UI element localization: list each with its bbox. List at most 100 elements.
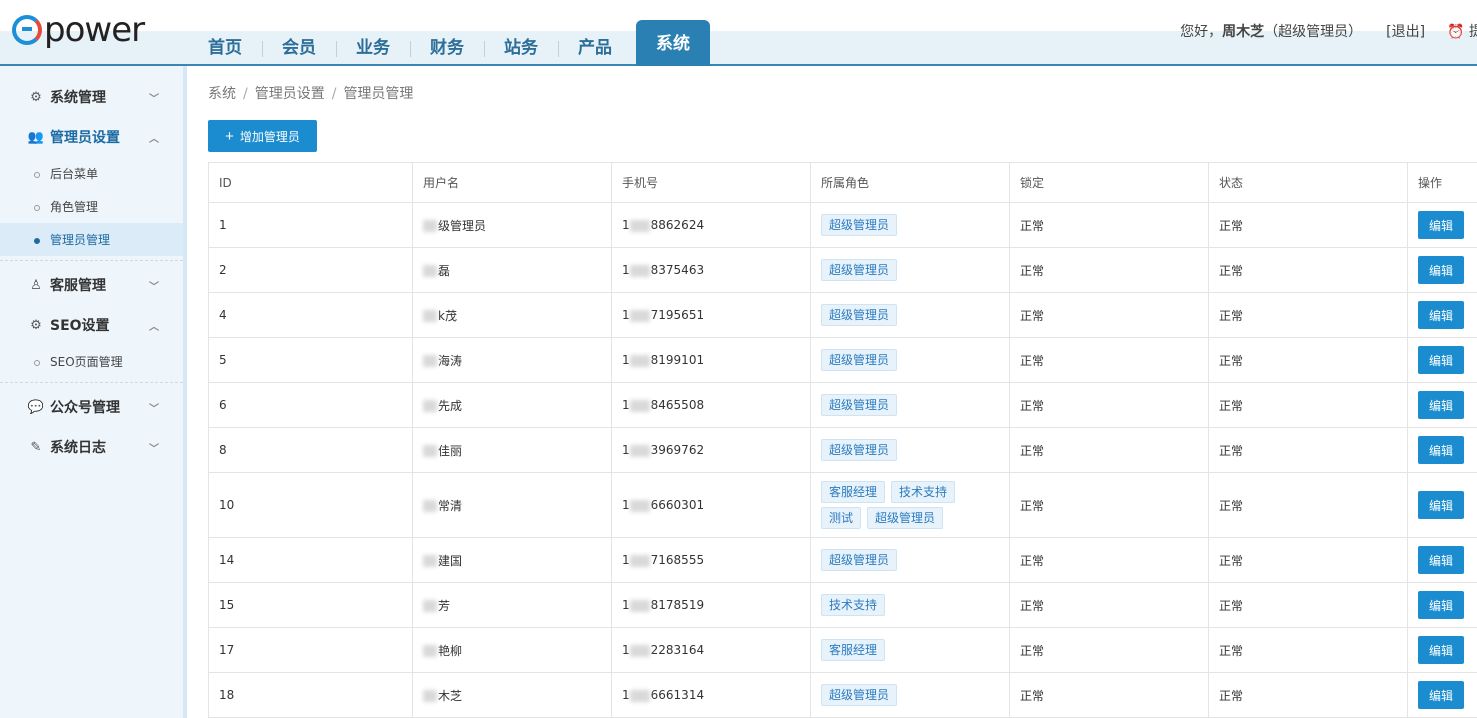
role-tag: 超级管理员 [821,304,898,326]
table-row: 17 艳柳 1 2283164 客服经理 正常 正常 编辑 [208,627,1477,673]
top-nav: 首页 会员 业务 财务 站务 产品 系统 [188,20,710,66]
edit-button[interactable]: 编辑 [1418,681,1464,709]
sidebar-group-label: 公众号管理 [50,400,120,416]
edit-button[interactable]: 编辑 [1418,491,1464,519]
column-header-0: ID [208,162,413,203]
cell-phone: 1 3969762 [611,427,811,473]
role-tag: 客服经理 [821,481,886,503]
cell-lock-status: 正常 [1009,582,1209,628]
phone-prefix: 1 [622,688,630,702]
chevron-up-icon: ︿ [149,134,159,145]
cell-actions: 编辑 [1407,672,1477,718]
sidebar-group-3[interactable]: ⚙ SEO设置 ︿ [0,305,183,345]
edit-button[interactable]: 编辑 [1418,391,1464,419]
nav-tab-3[interactable]: 财务 [410,31,484,66]
sidebar-item-1-1[interactable]: 角色管理 [0,190,183,223]
sidebar-group-0[interactable]: ⚙ 系统管理 ﹀ [0,77,183,117]
username-text: 先成 [438,398,463,413]
phone-text: 7195651 [650,308,705,322]
cell-actions: 编辑 [1407,537,1477,583]
role-tag: 超级管理员 [821,259,898,281]
nav-tab-5[interactable]: 产品 [558,31,632,66]
gears-icon: ⚙ [30,89,42,105]
nav-tab-4[interactable]: 站务 [484,31,558,66]
edit-button[interactable]: 编辑 [1418,211,1464,239]
table-row: 1 级管理员 1 8862624 超级管理员 正常 正常 编辑 [208,202,1477,248]
cell-phone: 1 8375463 [611,247,811,293]
cell-roles: 超级管理员 [810,337,1010,383]
redacted-blur [423,600,437,612]
username-text: 建国 [438,553,463,568]
edit-button[interactable]: 编辑 [1418,301,1464,329]
sidebar-divider [0,260,183,261]
add-admin-button[interactable]: + 增加管理员 [208,120,317,152]
cell-phone: 1 6660301 [611,472,811,538]
role-tag: 技术支持 [891,481,956,503]
cell-status: 正常 [1208,672,1408,718]
nav-tab-1[interactable]: 会员 [262,31,336,66]
phone-text: 3969762 [650,443,705,457]
logout-link[interactable]: [退出] [1386,21,1425,41]
logo-text: power [44,10,145,50]
phone-prefix: 1 [622,553,630,567]
logo[interactable]: power [12,8,145,52]
edit-button[interactable]: 编辑 [1418,546,1464,574]
alarm-clock-icon: ⏰ [1447,24,1465,40]
cell-roles: 超级管理员 [810,247,1010,293]
redacted-blur [423,355,437,367]
sidebar-group-5[interactable]: ✎ 系统日志 ﹀ [0,427,183,467]
sidebar-group-2[interactable]: ♙ 客服管理 ﹀ [0,265,183,305]
table-row: 10 常清 1 6660301 客服经理 技术支持 测试 超级管理员 正常 正常 编辑 [208,472,1477,538]
cell-status: 正常 [1208,427,1408,473]
sidebar-group-label: 系统日志 [50,440,106,456]
role-tag: 超级管理员 [821,214,898,236]
edit-button[interactable]: 编辑 [1418,256,1464,284]
users-icon: 👥 [27,129,45,145]
cell-id: 17 [208,627,413,673]
phone-text: 2283164 [650,643,705,657]
sidebar-item-1-2[interactable]: 管理员管理 [0,223,183,256]
table-row: 15 芳 1 8178519 技术支持 正常 正常 编辑 [208,582,1477,628]
cell-actions: 编辑 [1407,202,1477,248]
cell-roles: 超级管理员 [810,202,1010,248]
plus-icon: + [225,127,234,145]
edit-button[interactable]: 编辑 [1418,346,1464,374]
cell-lock-status: 正常 [1009,537,1209,583]
cell-id: 5 [208,337,413,383]
table-body: 1 级管理员 1 8862624 超级管理员 正常 正常 编辑 2 磊 1 8375463 超级管理员正… [208,202,1477,718]
edit-button[interactable]: 编辑 [1418,636,1464,664]
edit-button[interactable]: 编辑 [1418,591,1464,619]
cell-username: 佳丽 [412,427,612,473]
cell-phone: 1 6661314 [611,672,811,718]
cell-status: 正常 [1208,292,1408,338]
column-header-3: 所属角色 [810,162,1010,203]
table-row: 4 k茂 1 7195651 超级管理员 正常 正常 编辑 [208,292,1477,338]
edit-button[interactable]: 编辑 [1418,436,1464,464]
cell-id: 1 [208,202,413,248]
cell-phone: 1 7195651 [611,292,811,338]
sidebar-item-3-0[interactable]: SEO页面管理 [0,345,183,378]
nav-tab-0[interactable]: 首页 [188,31,262,66]
role-tag: 超级管理员 [821,549,898,571]
cell-status: 正常 [1208,247,1408,293]
nav-tab-6[interactable]: 系统 [636,20,710,66]
username-text: 艳柳 [438,643,463,658]
redacted-blur [629,354,650,367]
nav-tab-2[interactable]: 业务 [336,31,410,66]
remind-link[interactable]: ⏰ 提 [1447,21,1477,41]
cell-username: 建国 [412,537,612,583]
redacted-blur [629,554,650,567]
username-text: 芳 [438,598,451,613]
breadcrumb-item-0[interactable]: 系统 [208,86,236,102]
cell-phone: 1 8199101 [611,337,811,383]
phone-prefix: 1 [622,353,630,367]
sidebar-group-1[interactable]: 👥 管理员设置 ︿ [0,117,183,157]
sidebar-item-1-0[interactable]: 后台菜单 [0,157,183,190]
sidebar-group-4[interactable]: 💬 公众号管理 ﹀ [0,387,183,427]
cell-status: 正常 [1208,627,1408,673]
table-row: 6 先成 1 8465508 超级管理员 正常 正常 编辑 [208,382,1477,428]
phone-text: 8178519 [650,598,705,612]
breadcrumb-item-1[interactable]: 管理员设置 [255,86,325,102]
cell-roles: 超级管理员 [810,537,1010,583]
cell-username: 木芝 [412,672,612,718]
